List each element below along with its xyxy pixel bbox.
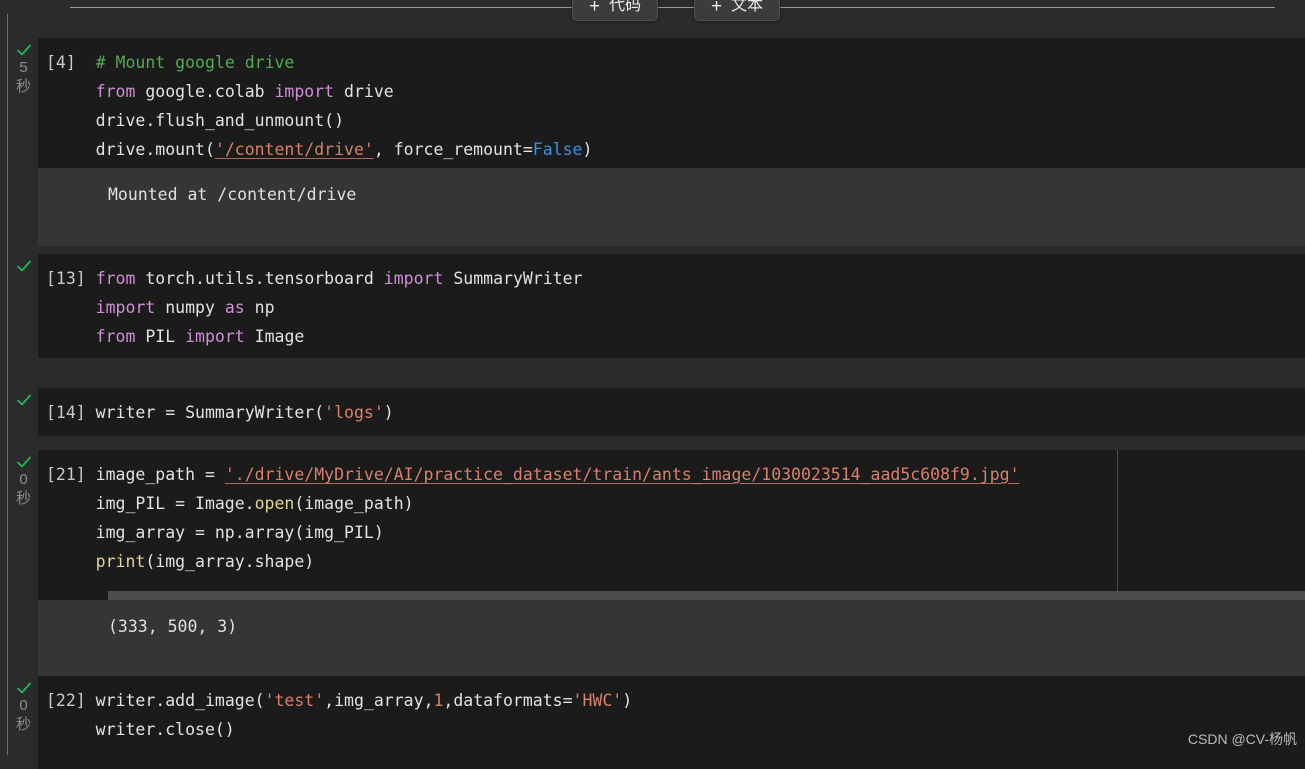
- code-horizontal-scrollbar[interactable]: [108, 591, 1305, 600]
- code-text: [13] from torch.utils.tensorboard import…: [46, 269, 583, 346]
- add-text-cell-label: 文本: [731, 0, 764, 14]
- code-editor[interactable]: [21] image_path = './drive/MyDrive/AI/pr…: [38, 450, 1305, 600]
- toolbar-divider: [70, 7, 1275, 8]
- code-editor[interactable]: [14] writer = SummaryWriter('logs'): [38, 388, 1305, 436]
- code-text: [21] image_path = './drive/MyDrive/AI/pr…: [46, 465, 1020, 571]
- cell-runtime-unit: 秒: [15, 716, 31, 733]
- add-code-cell-label: 代码: [609, 0, 642, 14]
- cell-gutter: 5 秒: [9, 42, 38, 96]
- cell-gutter: 0 秒: [9, 454, 38, 508]
- plus-icon: +: [711, 0, 723, 17]
- cell-gutter: [9, 392, 38, 408]
- code-text: [4] # Mount google drive from google.col…: [46, 53, 593, 159]
- plus-icon: +: [589, 0, 601, 17]
- code-text: [22] writer.add_image('test',img_array,1…: [46, 691, 633, 739]
- success-check-icon[interactable]: [16, 680, 32, 696]
- output-text: Mounted at /content/drive: [108, 185, 357, 204]
- add-code-cell-button[interactable]: + 代码: [572, 0, 659, 21]
- output-text: (333, 500, 3): [108, 617, 238, 636]
- success-check-icon[interactable]: [16, 258, 32, 274]
- cell-runtime-value: 0: [19, 697, 28, 714]
- success-check-icon[interactable]: [16, 454, 32, 470]
- cell-runtime-unit: 秒: [15, 490, 31, 507]
- code-editor[interactable]: [4] # Mount google drive from google.col…: [38, 38, 1305, 168]
- code-editor[interactable]: [13] from torch.utils.tensorboard import…: [38, 254, 1305, 358]
- success-check-icon[interactable]: [16, 392, 32, 408]
- cell-gutter: 0 秒: [9, 680, 38, 734]
- cell-output: (333, 500, 3): [38, 600, 1305, 680]
- cell-runtime-value: 5: [19, 59, 28, 76]
- code-text: [14] writer = SummaryWriter('logs'): [46, 403, 394, 422]
- cell-gutter: [9, 258, 38, 274]
- notebook-body: 5 秒 [4] # Mount google drive from google…: [0, 14, 1305, 769]
- cell-output: Mounted at /content/drive: [38, 168, 1305, 246]
- csdn-watermark: CSDN @CV-杨帆: [1187, 731, 1297, 747]
- column-ruler: [1117, 450, 1118, 600]
- add-text-cell-button[interactable]: + 文本: [694, 0, 781, 21]
- scrollbar-thumb[interactable]: [108, 591, 1155, 600]
- cell-runtime-value: 0: [19, 471, 28, 488]
- add-cell-toolbar: + 代码 + 文本: [0, 0, 1305, 22]
- success-check-icon[interactable]: [16, 42, 32, 58]
- code-editor[interactable]: [22] writer.add_image('test',img_array,1…: [38, 676, 1305, 769]
- cell-runtime-unit: 秒: [15, 78, 31, 95]
